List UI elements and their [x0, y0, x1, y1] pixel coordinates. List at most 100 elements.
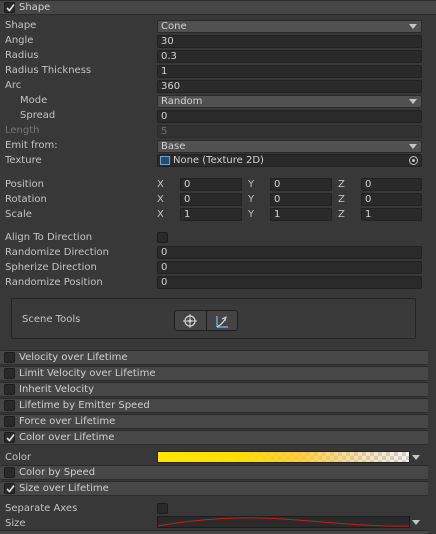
texture-label: Texture — [5, 155, 42, 166]
scale-z-field[interactable]: 1 — [361, 208, 422, 221]
size-label: Size — [5, 518, 26, 529]
shape-dropdown[interactable]: Cone — [157, 20, 422, 33]
module-title: Lifetime by Emitter Speed — [19, 400, 150, 411]
shape-module-header[interactable]: Shape — [0, 0, 436, 15]
mode-dropdown[interactable]: Random — [157, 95, 422, 108]
emit-from-dropdown[interactable]: Base — [157, 140, 422, 153]
module-title: Color by Speed — [19, 467, 96, 478]
rotation-x-label: X — [157, 194, 164, 205]
module-title: Velocity over Lifetime — [19, 352, 128, 363]
texture-object-field[interactable]: None (Texture 2D) — [157, 154, 422, 167]
spherize-direction-field[interactable]: 0 — [157, 261, 422, 274]
randomize-direction-field[interactable]: 0 — [157, 246, 422, 259]
transform-gizmo-button[interactable] — [182, 314, 198, 331]
checkmark-icon — [6, 434, 15, 442]
separate-axes-checkbox[interactable] — [157, 503, 168, 514]
shape-label: Shape — [5, 20, 37, 31]
checkmark-icon — [6, 4, 15, 12]
chevron-down-icon — [409, 144, 417, 149]
texture-icon — [160, 156, 170, 165]
shape-module-checkbox[interactable] — [4, 2, 15, 13]
scale-x-field[interactable]: 1 — [180, 208, 242, 221]
size-curve — [157, 517, 410, 527]
rotation-y-label: Y — [248, 194, 255, 205]
edit-shape-icon — [216, 316, 228, 328]
checkmark-icon — [6, 485, 15, 493]
length-label: Length — [5, 125, 40, 136]
arc-label: Arc — [5, 80, 22, 91]
radius-label: Radius — [5, 50, 39, 61]
next-module-header — [0, 530, 428, 534]
module-header-force-over-lifetime[interactable]: Force over Lifetime — [0, 414, 428, 429]
spread-label: Spread — [20, 110, 56, 121]
rotation-label: Rotation — [5, 194, 47, 205]
chevron-down-icon[interactable] — [412, 520, 420, 525]
module-header-velocity-over-lifetime[interactable]: Velocity over Lifetime — [0, 350, 428, 365]
radius-thickness-label: Radius Thickness — [5, 65, 92, 76]
position-label: Position — [5, 179, 44, 190]
spread-field[interactable]: 0 — [157, 110, 422, 123]
randomize-position-label: Randomize Position — [5, 277, 103, 288]
chevron-down-icon — [409, 24, 417, 29]
module-checkbox[interactable] — [4, 368, 15, 379]
position-x-field[interactable]: 0 — [180, 178, 242, 191]
scene-tools-label: Scene Tools — [22, 314, 81, 325]
rotation-z-label: Z — [338, 194, 345, 205]
scale-x-label: X — [157, 209, 164, 220]
module-header-color-by-speed[interactable]: Color by Speed — [0, 465, 428, 480]
scale-y-field[interactable]: 1 — [270, 208, 332, 221]
edit-shape-button[interactable] — [214, 314, 230, 331]
color-gradient-field[interactable] — [157, 451, 410, 463]
module-checkbox[interactable] — [4, 400, 15, 411]
chevron-down-icon[interactable] — [412, 455, 420, 460]
module-checkbox[interactable] — [4, 384, 15, 395]
texture-value: None (Texture 2D) — [173, 155, 264, 166]
module-checkbox[interactable] — [4, 352, 15, 363]
shape-module-title: Shape — [19, 2, 51, 13]
position-x-label: X — [157, 179, 164, 190]
scene-tools-buttons — [174, 310, 238, 331]
position-y-field[interactable]: 0 — [270, 178, 332, 191]
emit-from-label: Emit from: — [5, 140, 58, 151]
randomize-direction-label: Randomize Direction — [5, 247, 109, 258]
arc-field[interactable]: 360 — [157, 80, 422, 93]
module-checkbox[interactable] — [4, 483, 15, 494]
module-title: Limit Velocity over Lifetime — [19, 368, 156, 379]
rotation-y-field[interactable]: 0 — [270, 193, 332, 206]
module-checkbox[interactable] — [4, 467, 15, 478]
color-label: Color — [5, 452, 32, 463]
angle-field[interactable]: 30 — [157, 35, 422, 48]
rotation-z-field[interactable]: 0 — [361, 193, 422, 206]
module-title: Inherit Velocity — [19, 384, 94, 395]
size-curve-field[interactable] — [157, 516, 410, 528]
radius-thickness-field[interactable]: 1 — [157, 65, 422, 78]
scale-y-label: Y — [248, 209, 255, 220]
position-z-field[interactable]: 0 — [361, 178, 422, 191]
tool-separator — [206, 311, 207, 330]
mode-dropdown-value: Random — [161, 96, 203, 107]
object-picker-icon[interactable] — [409, 156, 418, 165]
mode-label: Mode — [20, 95, 48, 106]
module-title: Force over Lifetime — [19, 416, 116, 427]
spherize-direction-label: Spherize Direction — [5, 262, 97, 273]
angle-label: Angle — [5, 35, 34, 46]
randomize-position-field[interactable]: 0 — [157, 276, 422, 289]
align-to-direction-checkbox[interactable] — [157, 232, 168, 243]
module-header-color-over-lifetime[interactable]: Color over Lifetime — [0, 430, 428, 445]
module-header-inherit-velocity[interactable]: Inherit Velocity — [0, 382, 428, 397]
position-z-label: Z — [338, 179, 345, 190]
length-field: 5 — [157, 125, 422, 138]
scale-label: Scale — [5, 209, 32, 220]
module-title: Size over Lifetime — [19, 483, 109, 494]
chevron-down-icon — [409, 99, 417, 104]
separate-axes-label: Separate Axes — [5, 503, 78, 514]
module-header-lifetime-by-emitter-speed[interactable]: Lifetime by Emitter Speed — [0, 398, 428, 413]
position-y-label: Y — [248, 179, 255, 190]
module-header-limit-velocity-over-lifetime[interactable]: Limit Velocity over Lifetime — [0, 366, 428, 381]
module-header-size-over-lifetime[interactable]: Size over Lifetime — [0, 481, 428, 496]
module-checkbox[interactable] — [4, 432, 15, 443]
module-title: Color over Lifetime — [19, 432, 115, 443]
module-checkbox[interactable] — [4, 416, 15, 427]
radius-field[interactable]: 0.3 — [157, 50, 422, 63]
rotation-x-field[interactable]: 0 — [180, 193, 242, 206]
